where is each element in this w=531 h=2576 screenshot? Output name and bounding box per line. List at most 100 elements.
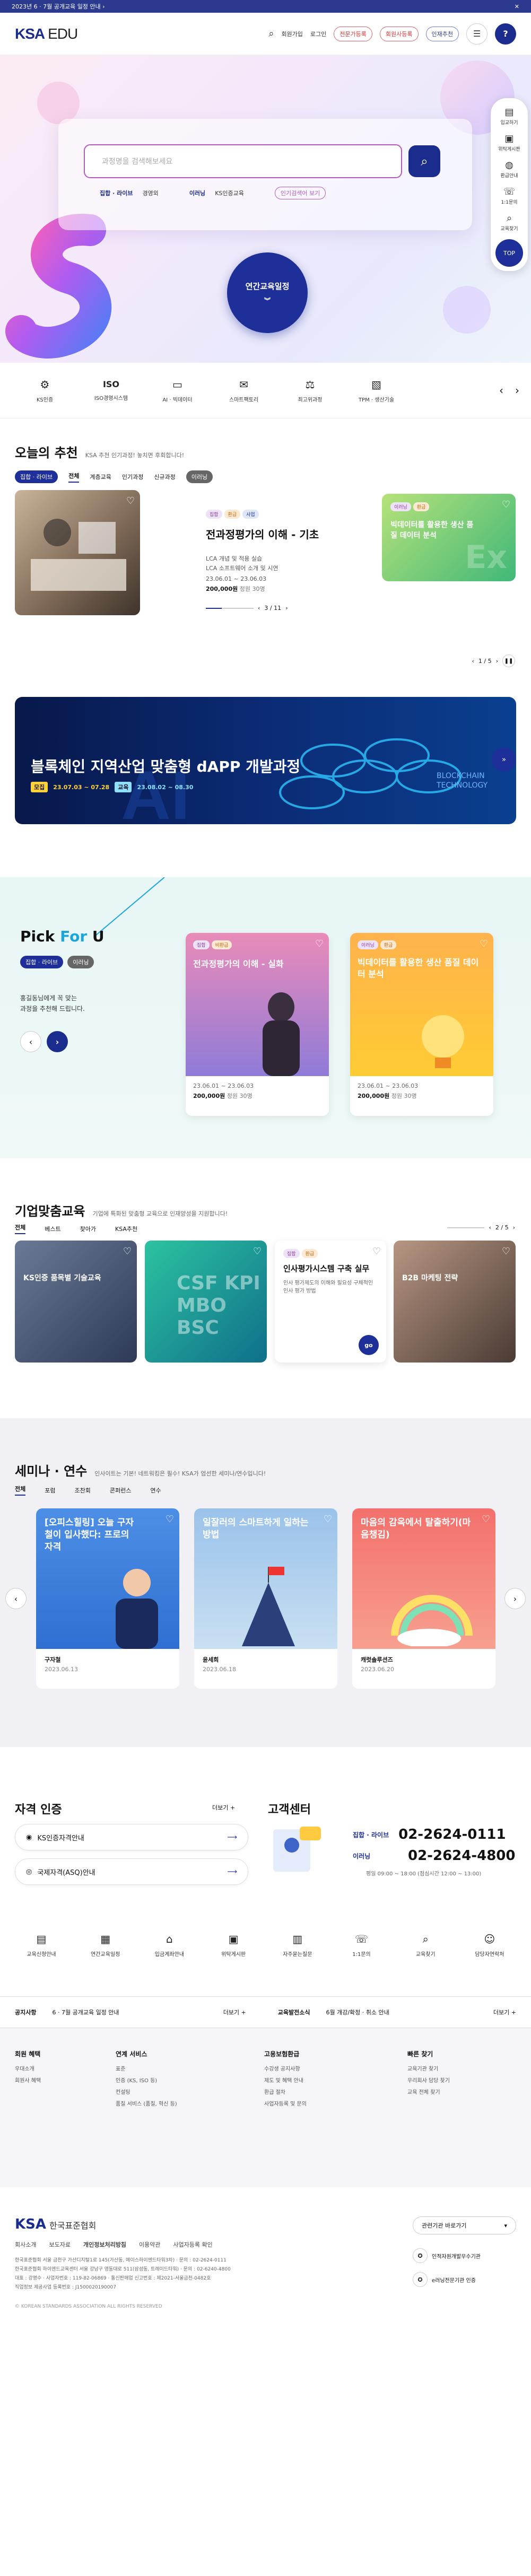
heart-icon[interactable]: ♡ [315, 938, 324, 949]
prev-arrow-icon[interactable]: ‹ [20, 1031, 41, 1052]
quick-schedule[interactable]: ▦ 연간교육일정 [79, 1933, 132, 1996]
notice-text[interactable]: 2023년 6 · 7월 공개교육 일정 안내 › [12, 2, 105, 11]
corp-card-4[interactable]: B2B 마케팅 전략 ♡ [394, 1241, 516, 1363]
seminar-card-2[interactable]: 일잘러의 스마트하게 일하는 방법 ♡ 윤세희 2023.06.18 [194, 1508, 337, 1689]
category-executive[interactable]: ⚖ 최고위과정 [277, 378, 343, 403]
notice-more-link[interactable]: 더보기 + [223, 2008, 246, 2016]
corp-card-2[interactable]: CSF KPI MBO BSC ♡ [145, 1241, 267, 1363]
tab-forum[interactable]: 포럼 [45, 1486, 55, 1495]
blockchain-banner[interactable]: AI 블록체인 지역산업 맞춤형 dAPP 개발과정 모집 23.07.03 ~ … [15, 697, 516, 824]
search-icon[interactable]: ⌕ [268, 28, 274, 39]
related-sites-select[interactable]: 관련기관 바로가기 ▾ [413, 2216, 516, 2234]
next-arrow-icon[interactable]: › [513, 1224, 515, 1231]
quick-account[interactable]: ⌂ 입금계좌안내 [143, 1933, 196, 1996]
filter-offline[interactable]: 집합 · 라이브 [15, 470, 58, 483]
tab-ksa[interactable]: KSA추천 [115, 1225, 137, 1233]
tab-all[interactable]: 전체 [68, 471, 80, 483]
prev-arrow-icon[interactable]: ‹ [472, 658, 474, 665]
phone-number[interactable]: 02-2624-4800 [408, 1848, 516, 1864]
quick-find[interactable]: ⌕ 교육찾기 [399, 1933, 452, 1996]
footer-link[interactable]: 보도자료 [49, 2240, 70, 2249]
heart-icon[interactable]: ♡ [480, 938, 488, 949]
prev-arrow-icon[interactable]: ‹ [489, 1224, 491, 1231]
go-button[interactable]: go [359, 1335, 379, 1355]
corp-card-1[interactable]: KS인증 품목별 기술교육 ♡ [15, 1241, 137, 1363]
notice-more-link-2[interactable]: 더보기 + [493, 2008, 516, 2016]
pick-card-2[interactable]: 이러닝 환급 빅데이터를 활용한 생산 품질 데이터 분석 ♡ 23.06.01 … [350, 933, 493, 1116]
prev-arrow-icon[interactable]: ‹ [499, 384, 503, 397]
quick-inquiry[interactable]: ☏ 1:1문의 [335, 1933, 388, 1996]
tab-training[interactable]: 연수 [150, 1486, 161, 1495]
next-arrow-icon[interactable]: › [504, 1588, 526, 1609]
sidebar-item-refund[interactable]: ◍ 환급안내 [491, 160, 528, 179]
foot-link[interactable]: 사업자등록 및 문의 [264, 2099, 407, 2110]
seminar-card-1[interactable]: [오피스힐링] 오늘 구자철이 입사했다: 프로의 자격 ♡ 구자철 2023.0… [36, 1508, 179, 1689]
sidebar-item-enroll[interactable]: ▤ 입교하기 [491, 107, 528, 126]
tab-all[interactable]: 전체 [15, 1485, 26, 1496]
expert-register-button[interactable]: 전문가등록 [334, 26, 372, 41]
asq-cert-link[interactable]: ◎ 국제자격(ASQ)안내 ⟶ [15, 1858, 248, 1885]
menu-icon[interactable]: ☰ [466, 23, 488, 45]
phone-number[interactable]: 02-2624-0111 [398, 1827, 506, 1843]
signup-link[interactable]: 회원가입 [281, 30, 302, 38]
foot-link[interactable]: 수강생 공지사항 [264, 2064, 407, 2075]
tab-level[interactable]: 계층교육 [90, 473, 111, 481]
quick-contact[interactable]: ☺ 담당자연락처 [463, 1933, 516, 1996]
tab-new[interactable]: 신규과정 [154, 473, 175, 481]
recommend-button[interactable]: 인재추천 [425, 26, 459, 41]
next-arrow-icon[interactable]: › [285, 605, 288, 612]
popular-keywords-button[interactable]: 인기검색어 보기 [274, 187, 326, 199]
tab-popular[interactable]: 인기과정 [122, 473, 143, 481]
prev-arrow-icon[interactable]: ‹ [258, 605, 260, 612]
annual-schedule-button[interactable]: 연간교육일정 ︾ [227, 252, 308, 333]
prev-arrow-icon[interactable]: ‹ [5, 1588, 27, 1609]
tab-conference[interactable]: 콘퍼런스 [110, 1486, 131, 1495]
login-link[interactable]: 로그인 [310, 30, 326, 38]
foot-link[interactable]: 표준 [116, 2064, 264, 2075]
top-notice-bar[interactable]: 2023년 6 · 7월 공개교육 일정 안내 › ✕ [0, 0, 531, 13]
ks-cert-link[interactable]: ◉ KS인증자격안내 ⟶ [15, 1824, 248, 1850]
sidebar-item-inquiry[interactable]: ☏ 1:1문의 [491, 186, 528, 205]
tag-ks[interactable]: KS인증교육 [215, 189, 244, 197]
member-register-button[interactable]: 회원사등록 [379, 26, 419, 41]
foot-link[interactable]: 우대소개 [15, 2064, 116, 2075]
heart-icon[interactable]: ♡ [324, 1514, 332, 1525]
quick-faq[interactable]: ▥ 자주묻는질문 [271, 1933, 324, 1996]
category-ai[interactable]: ▭ AI · 빅데이터 [144, 378, 211, 403]
heart-icon[interactable]: ♡ [253, 1246, 262, 1257]
pick-card-1[interactable]: 집합 비환급 전과정평가의 이해 - 실화 ♡ 23.06.01 ~ 23.06.… [186, 933, 329, 1116]
help-button[interactable]: ? [495, 23, 516, 45]
category-smart-factory[interactable]: ✉ 스마트팩토리 [211, 378, 277, 403]
quick-board[interactable]: ▣ 위탁게시판 [207, 1933, 260, 1996]
footer-link[interactable]: 이용약관 [139, 2240, 160, 2249]
next-arrow-icon[interactable]: › [47, 1031, 68, 1052]
heart-icon[interactable]: ♡ [502, 1246, 510, 1257]
next-arrow-icon[interactable]: › [515, 384, 519, 397]
tag-management[interactable]: 경영외 [142, 189, 158, 197]
footer-link-privacy[interactable]: 개인정보처리방침 [83, 2240, 126, 2249]
logo[interactable]: KSA EDU [15, 25, 78, 42]
cert-more-link[interactable]: 더보기 + [212, 1803, 235, 1812]
heart-icon[interactable]: ♡ [502, 499, 510, 510]
footer-logo[interactable]: KSA 한국표준협회 [15, 2216, 96, 2232]
heart-icon[interactable]: ♡ [372, 1246, 381, 1257]
tag-elearning[interactable]: 이러닝 [189, 189, 205, 197]
foot-link[interactable]: 인증 (KS, ISO 등) [116, 2075, 264, 2087]
next-arrow-icon[interactable]: › [496, 658, 498, 665]
sidebar-item-find[interactable]: ⌕ 교육찾기 [491, 213, 528, 232]
foot-link[interactable]: 품질 서비스 (품질, 혁신 등) [116, 2099, 264, 2110]
filter-offline[interactable]: 집합 · 라이브 [20, 956, 64, 968]
category-tpm[interactable]: ▧ TPM · 생산기술 [343, 378, 410, 403]
foot-link[interactable]: 제도 및 혜택 안내 [264, 2075, 407, 2087]
heart-icon[interactable]: ♡ [123, 1246, 132, 1257]
search-input[interactable]: 과정명을 검색해보세요 [84, 144, 402, 178]
scroll-top-button[interactable]: TOP [495, 239, 523, 267]
close-icon[interactable]: ✕ [515, 3, 519, 10]
foot-link[interactable]: 컨설팅 [116, 2087, 264, 2099]
tab-breakfast[interactable]: 조찬회 [75, 1486, 91, 1495]
foot-link[interactable]: 우리회사 담당 찾기 [407, 2075, 513, 2087]
filter-elearning[interactable]: 이러닝 [67, 956, 94, 968]
seminar-card-3[interactable]: 마음의 감옥에서 탈출하기(마음챙김) ♡ 캐럿솔루션즈 2023.06.20 [352, 1508, 495, 1689]
banner-next-button[interactable]: » [492, 747, 516, 772]
footer-link[interactable]: 회사소개 [15, 2240, 36, 2249]
